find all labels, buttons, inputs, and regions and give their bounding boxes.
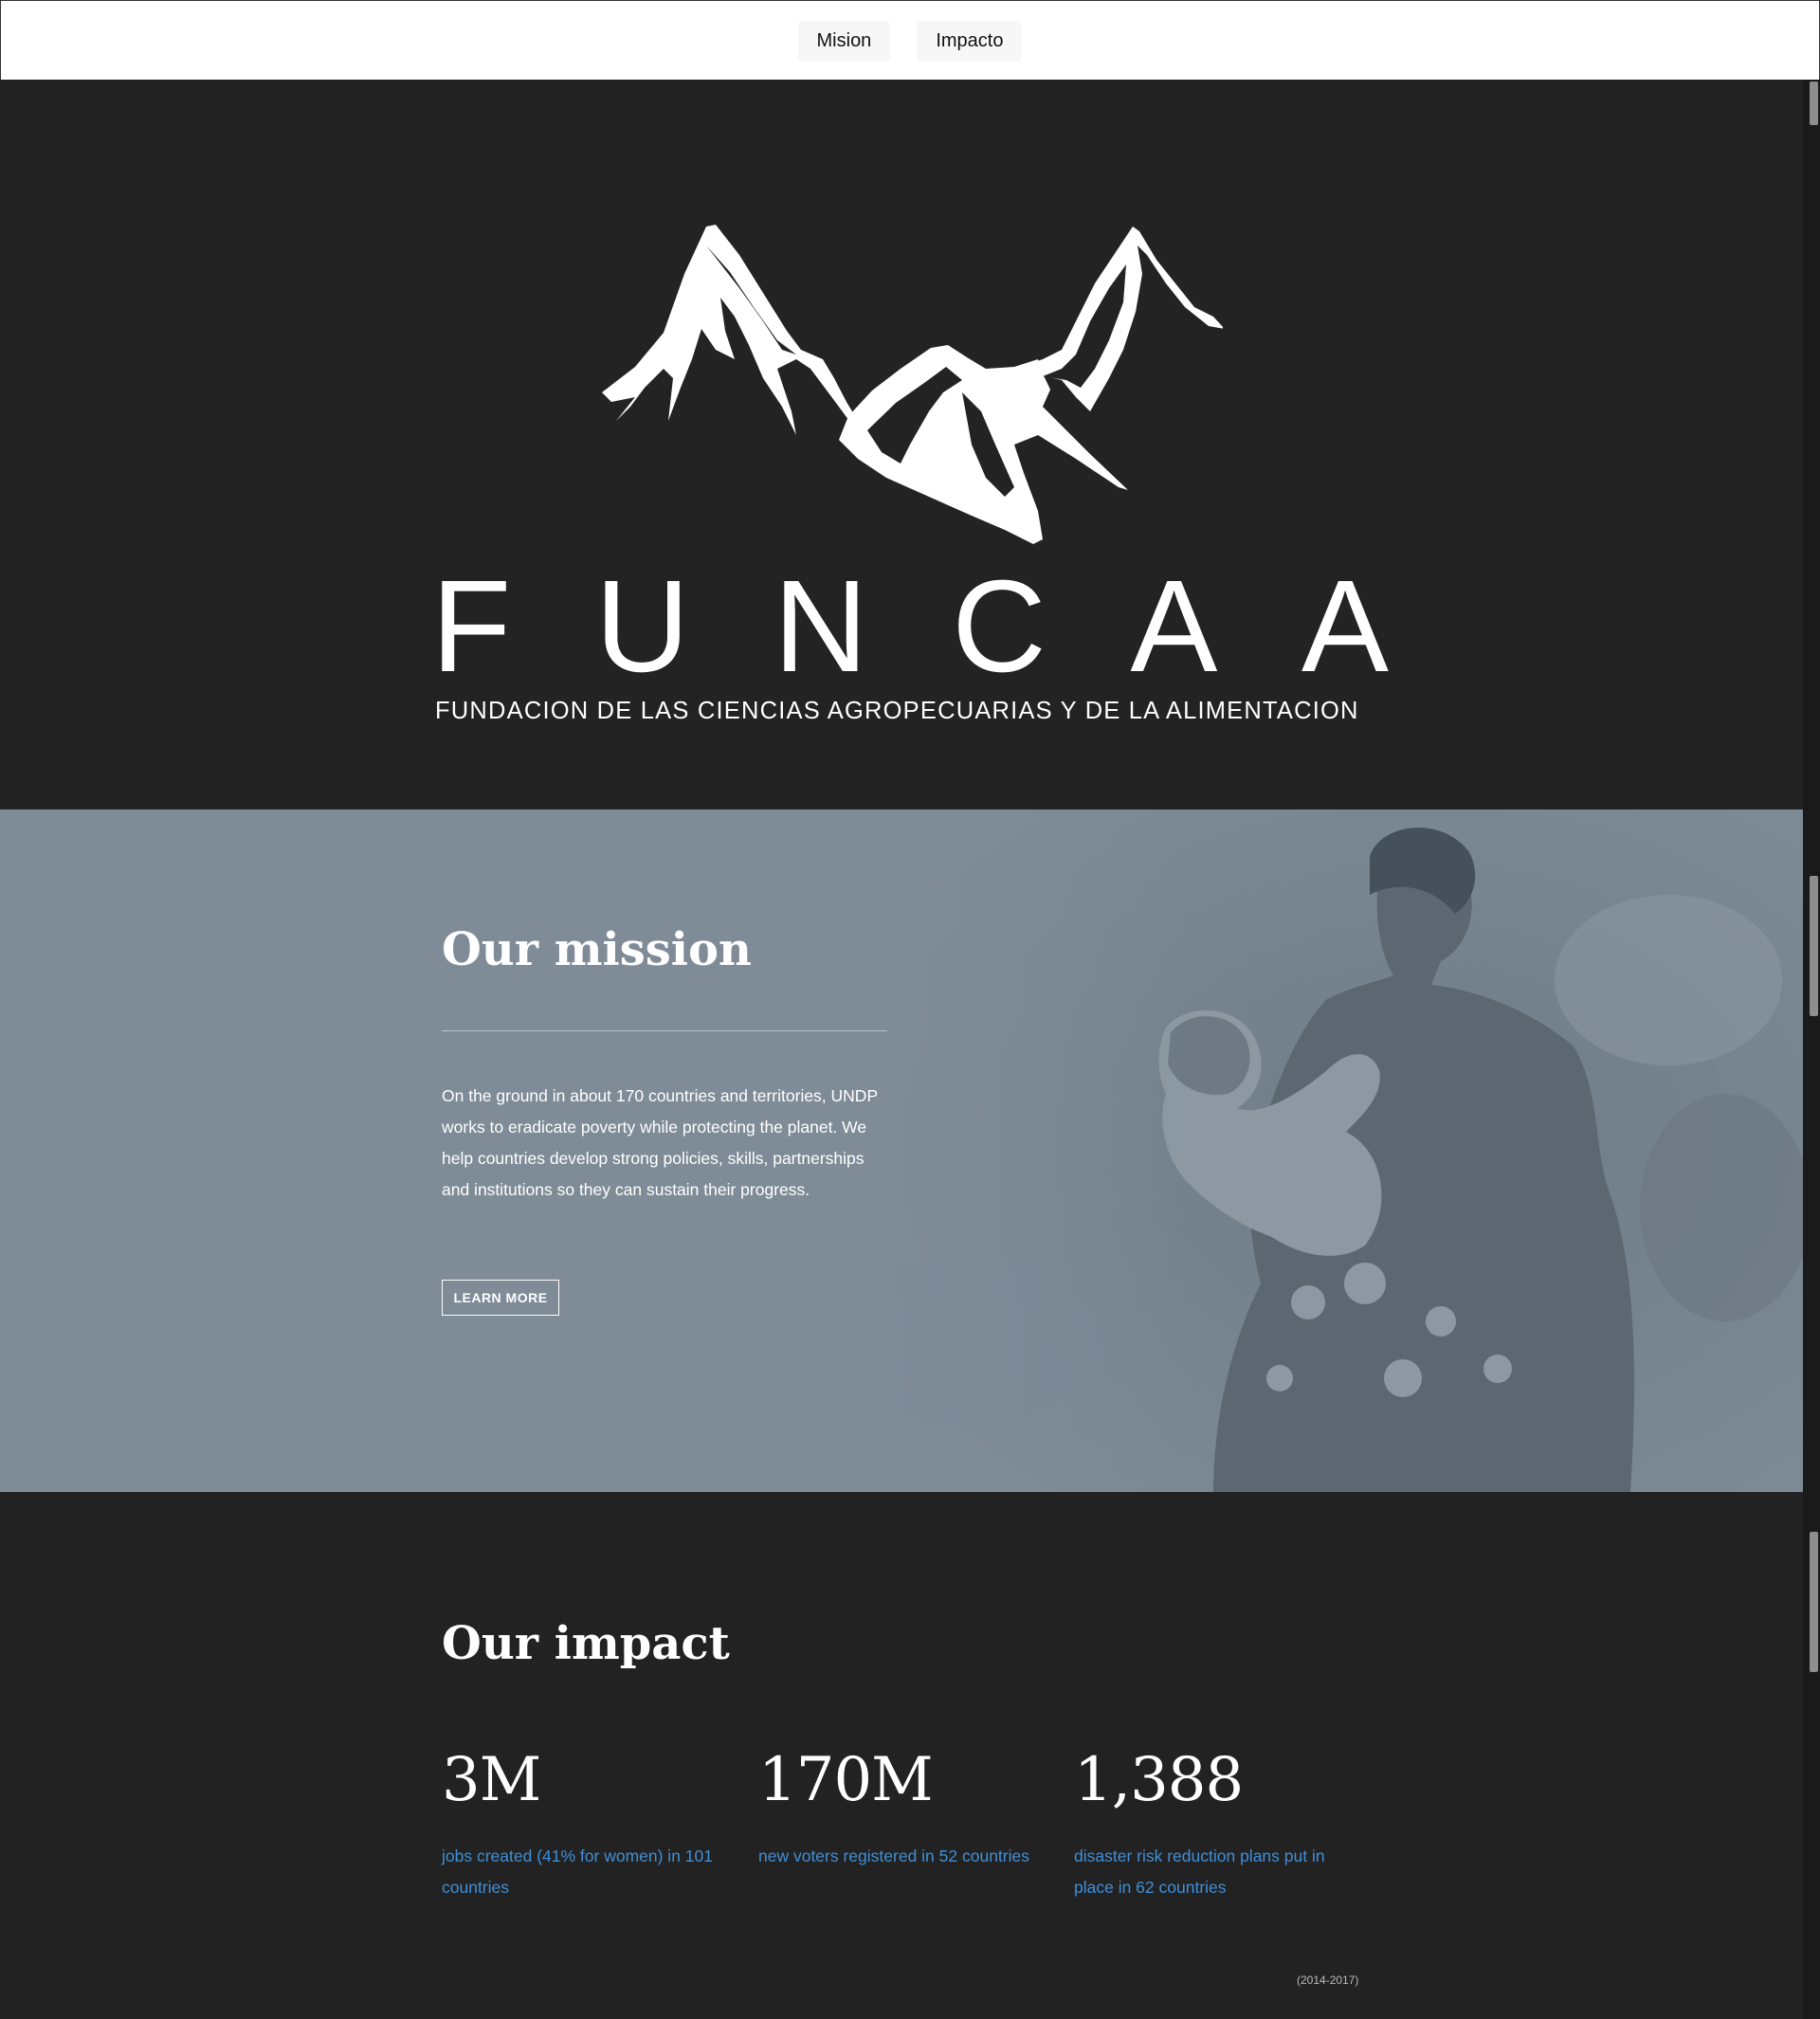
scrollbar-thumb-segment: [1810, 876, 1818, 1016]
mother-and-child-photo: [853, 809, 1803, 1492]
period-note: (2014-2017): [1297, 1974, 1359, 1987]
logo-letter: A: [1301, 554, 1389, 700]
logo-letter: F: [431, 554, 512, 700]
stat-description: new voters registered in 52 countries: [758, 1846, 1029, 1865]
scrollbar-thumb-segment: [1810, 1532, 1818, 1672]
impact-title: Our impact: [442, 1617, 730, 1670]
logo-letter: U: [594, 554, 690, 700]
logo-letter: C: [952, 554, 1046, 700]
logo-subtitle: FUNDACION DE LAS CIENCIAS AGROPECUARIAS …: [435, 698, 1359, 724]
logo-letter: N: [774, 554, 868, 700]
stat-description: jobs created (41% for women) in 101 coun…: [442, 1846, 713, 1897]
impact-section: Our impact 3M jobs created (41% for wome…: [0, 1492, 1803, 2019]
stat-jobs: 3M jobs created (41% for women) in 101 c…: [442, 1750, 726, 1903]
divider: [442, 1030, 887, 1031]
mission-description: On the ground in about 170 countries and…: [442, 1086, 878, 1199]
mountains-logo-icon: [602, 225, 1223, 544]
nav-item-mision[interactable]: Mision: [797, 20, 891, 62]
logo-letter: A: [1130, 554, 1218, 700]
learn-more-button[interactable]: LEARN MORE: [442, 1280, 559, 1316]
stat-description: disaster risk reduction plans put in pla…: [1074, 1846, 1325, 1897]
stat-value: 170M: [758, 1745, 934, 1815]
nav-item-impacto[interactable]: Impacto: [917, 20, 1023, 62]
scrollbar-thumb[interactable]: [1810, 82, 1818, 125]
top-navigation-bar: Mision Impacto: [0, 0, 1820, 82]
stat-value: 1,388: [1074, 1745, 1244, 1815]
mission-title: Our mission: [442, 923, 752, 976]
stat-value: 3M: [442, 1745, 541, 1815]
page-scrollbar[interactable]: [1803, 80, 1820, 2019]
mission-section: Our mission On the ground in about 170 c…: [0, 809, 1803, 1492]
stat-disaster-plans: 1,388 disaster risk reduction plans put …: [1074, 1750, 1358, 1903]
logo-wordmark: F U N C A A: [431, 561, 1389, 692]
stat-voters: 170M new voters registered in 52 countri…: [758, 1750, 1043, 1872]
hero-section: F U N C A A FUNDACION DE LAS CIENCIAS AG…: [0, 80, 1803, 809]
